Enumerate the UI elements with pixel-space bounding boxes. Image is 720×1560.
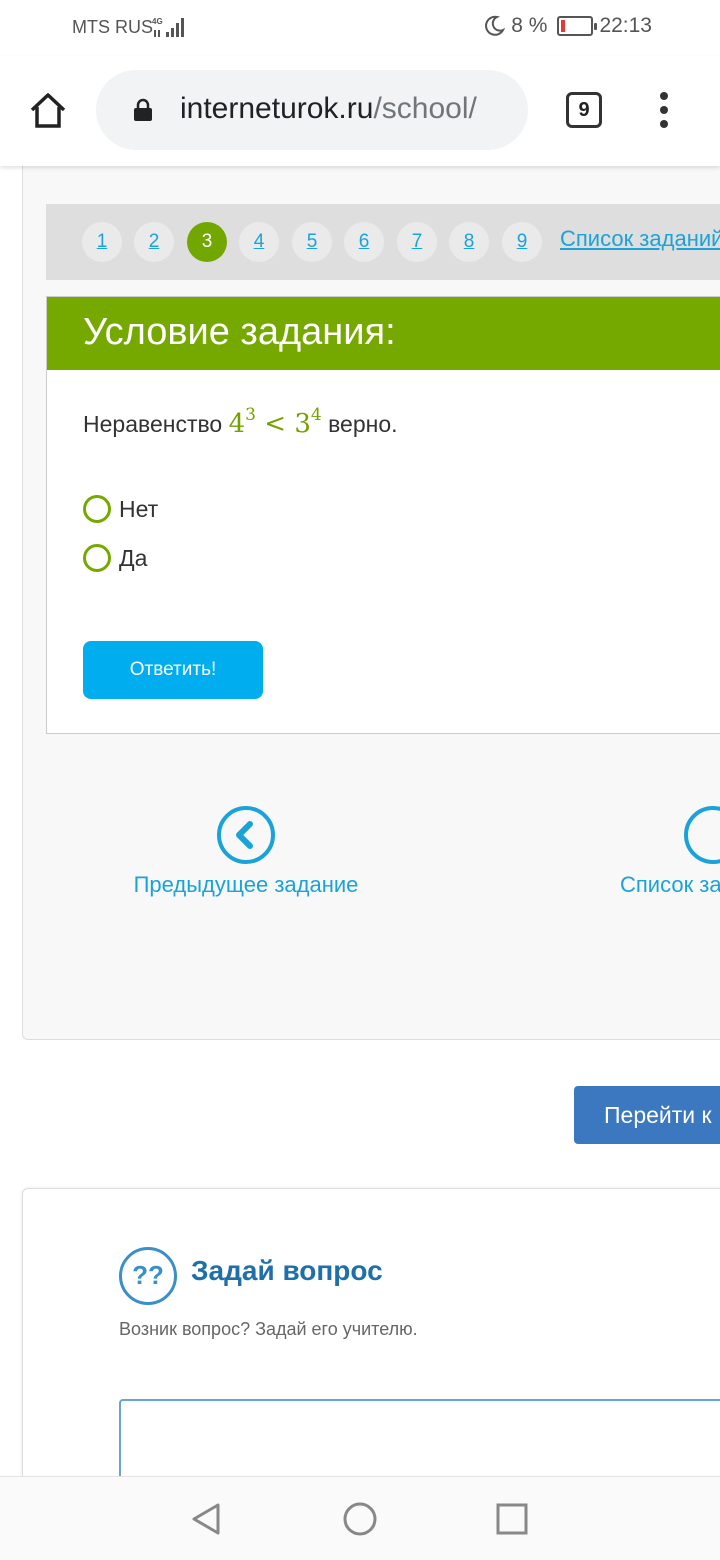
ask-title: Задай вопрос: [191, 1255, 383, 1286]
answer-button[interactable]: Ответить!: [83, 641, 263, 699]
home-circle-icon[interactable]: [342, 1501, 378, 1537]
pager-item-9[interactable]: 9: [502, 222, 542, 262]
signal-icon: 4G: [152, 17, 184, 37]
recents-icon[interactable]: [494, 1501, 530, 1537]
question-text: Неравенство 43 < 34 верно.: [83, 405, 398, 439]
chevron-left-icon[interactable]: [217, 806, 275, 864]
previous-task-link[interactable]: Предыдущее задание: [116, 806, 376, 898]
network-type: 4G: [152, 17, 163, 26]
option-no[interactable]: Нет: [83, 495, 158, 523]
pager-item-3[interactable]: 3: [187, 222, 227, 262]
ask-question-card: ?? Задай вопрос Возник вопрос? Задай его…: [22, 1188, 720, 1476]
home-icon[interactable]: [28, 90, 68, 130]
browser-toolbar: interneturok.ru/school/ 9: [0, 56, 720, 166]
status-right: 8 % 22:13: [483, 14, 652, 38]
tab-switcher-button[interactable]: 9: [566, 92, 602, 128]
moon-icon: [485, 15, 506, 36]
carrier-name: MTS RUS: [72, 17, 153, 37]
pager-item-5[interactable]: 5: [292, 222, 332, 262]
option-yes[interactable]: Да: [83, 544, 147, 572]
page-content: 1 2 3 4 5 6 7 8 9 Список заданий Условие…: [0, 166, 720, 1476]
status-bar: MTS RUS 4G 8 % 22:13: [0, 0, 720, 56]
task-list-link[interactable]: Список заданий: [560, 226, 720, 252]
task-panel: Условие задания: Неравенство 43 < 34 вер…: [46, 296, 720, 734]
battery-percent: 8 %: [511, 14, 548, 37]
radio-button[interactable]: [83, 544, 111, 572]
pager-item-1[interactable]: 1: [82, 222, 122, 262]
task-list-nav-label[interactable]: Список заданий: [620, 872, 720, 898]
task-header: Условие задания:: [47, 297, 720, 370]
address-bar[interactable]: interneturok.ru/school/: [96, 70, 528, 150]
goto-button[interactable]: Перейти к: [574, 1086, 720, 1144]
more-menu-icon[interactable]: [654, 92, 674, 132]
battery-icon: [557, 16, 598, 36]
system-navigation-bar: [0, 1476, 720, 1560]
question-input[interactable]: [119, 1399, 720, 1476]
pager-item-8[interactable]: 8: [449, 222, 489, 262]
ask-subtitle: Возник вопрос? Задай его учителю.: [119, 1319, 418, 1339]
lock-icon: [134, 98, 152, 121]
pager-item-7[interactable]: 7: [397, 222, 437, 262]
radio-button[interactable]: [83, 495, 111, 523]
pager-item-6[interactable]: 6: [344, 222, 384, 262]
task-pager: 1 2 3 4 5 6 7 8 9 Список заданий: [46, 204, 720, 280]
pager-item-4[interactable]: 4: [239, 222, 279, 262]
previous-task-label[interactable]: Предыдущее задание: [116, 872, 376, 898]
question-mark-icon: ??: [119, 1247, 177, 1305]
back-icon[interactable]: [188, 1501, 224, 1537]
pager-item-2[interactable]: 2: [134, 222, 174, 262]
clock: 22:13: [599, 14, 652, 37]
math-expression: 43 < 34: [228, 405, 322, 439]
url-text: interneturok.ru/school/: [180, 92, 477, 125]
task-title: Условие задания:: [83, 311, 396, 353]
